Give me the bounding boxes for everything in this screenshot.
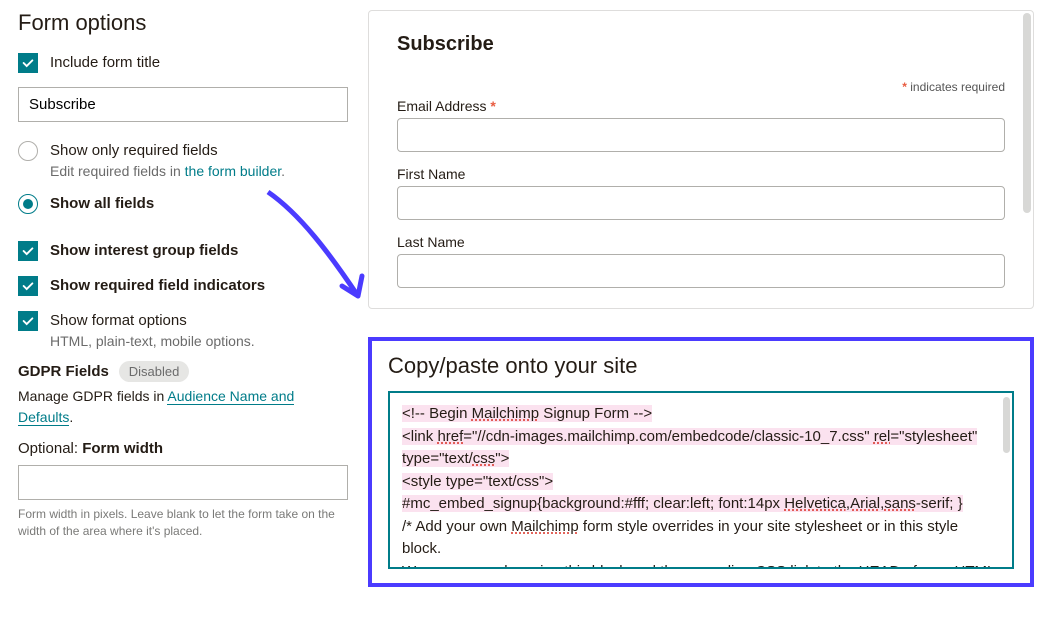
show-all-label: Show all fields (50, 193, 154, 214)
show-required-label: Show only required fields (50, 140, 285, 161)
email-label: Email Address (397, 98, 486, 114)
gdpr-badge: Disabled (119, 361, 190, 382)
preview-scrollbar[interactable] (1023, 13, 1031, 213)
include-title-label: Include form title (50, 52, 160, 73)
embed-code-textarea[interactable]: <!-- Begin Mailchimp Signup Form --> <li… (388, 391, 1014, 569)
preview-title: Subscribe (397, 33, 1005, 56)
form-title-input[interactable] (18, 87, 348, 122)
panel-heading: Form options (18, 10, 348, 36)
format-options-sub: HTML, plain-text, mobile options. (50, 333, 255, 349)
last-name-input[interactable] (397, 254, 1005, 288)
interest-groups-checkbox[interactable] (18, 241, 38, 261)
form-width-input[interactable] (18, 465, 348, 500)
email-input[interactable] (397, 118, 1005, 152)
first-name-input[interactable] (397, 186, 1005, 220)
show-required-radio[interactable] (18, 141, 38, 161)
include-title-checkbox[interactable] (18, 53, 38, 73)
embed-code-section: Copy/paste onto your site <!-- Begin Mai… (368, 337, 1034, 587)
last-name-label: Last Name (397, 234, 1005, 250)
show-all-radio[interactable] (18, 194, 38, 214)
interest-groups-label: Show interest group fields (50, 240, 238, 261)
format-options-checkbox[interactable] (18, 311, 38, 331)
code-heading: Copy/paste onto your site (388, 353, 1014, 379)
first-name-label: First Name (397, 166, 1005, 182)
format-options-label: Show format options (50, 310, 255, 331)
gdpr-label: GDPR Fields (18, 363, 109, 380)
form-builder-link[interactable]: the form builder (185, 163, 282, 179)
form-width-hint: Form width in pixels. Leave blank to let… (18, 506, 348, 540)
required-indicators-checkbox[interactable] (18, 276, 38, 296)
required-indicators-label: Show required field indicators (50, 275, 265, 296)
form-options-panel: Form options Include form title Show onl… (18, 10, 348, 587)
required-star-icon: * (902, 80, 907, 94)
form-preview: Subscribe * indicates required Email Add… (368, 10, 1034, 309)
form-width-label: Form width (82, 440, 163, 457)
code-scrollbar[interactable] (1003, 397, 1010, 453)
